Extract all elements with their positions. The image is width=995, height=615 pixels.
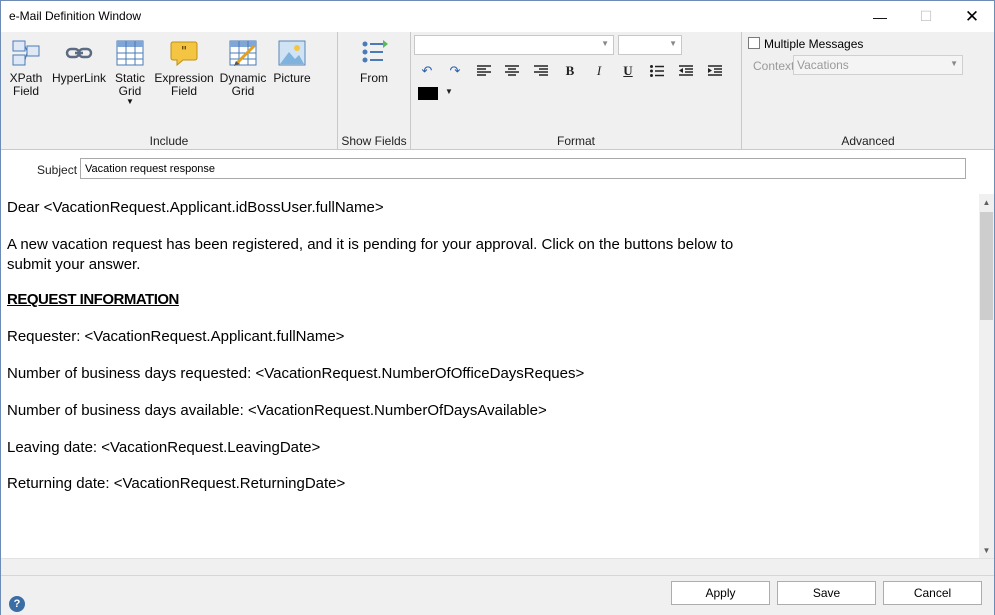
context-value: Vacations <box>797 58 849 72</box>
from-list-icon <box>359 38 389 68</box>
redo-icon: ↷ <box>449 63 461 78</box>
align-right-button[interactable] <box>530 61 552 81</box>
font-family-select[interactable]: ▼ <box>414 35 614 55</box>
format-group-label: Format <box>556 134 595 148</box>
request-information-heading: REQUEST INFORMATION <box>7 291 179 308</box>
align-left-button[interactable] <box>473 61 495 81</box>
xpath-field-label: XPath Field <box>9 71 43 98</box>
title-bar: e-Mail Definition Window — ☐ ✕ <box>1 1 994 32</box>
static-grid-label: Static Grid <box>114 71 145 98</box>
dialog-footer: ? Apply Save Cancel <box>1 575 994 615</box>
minimize-button[interactable]: — <box>857 1 903 32</box>
undo-icon: ↶ <box>421 63 433 78</box>
requester-line: Requester: <VacationRequest.Applicant.fu… <box>7 328 345 345</box>
dynamic-grid-label: Dynamic Grid <box>219 71 267 98</box>
email-body-editor[interactable]: Dear <VacationRequest.Applicant.idBossUs… <box>1 191 979 558</box>
intro-line-1: A new vacation request has been register… <box>7 236 734 253</box>
xpath-field-button[interactable]: XPath Field <box>7 38 45 98</box>
scroll-up-icon[interactable]: ▲ <box>979 194 994 210</box>
undo-button[interactable]: ↶ <box>416 61 438 81</box>
intro-line-2: submit your answer. <box>7 256 141 273</box>
greeting-line: Dear <VacationRequest.Applicant.idBossUs… <box>7 199 384 216</box>
cancel-button[interactable]: Cancel <box>883 581 982 605</box>
show-fields-group-label: Show Fields <box>341 134 407 148</box>
dynamic-grid-button[interactable]: Dynamic Grid <box>219 38 267 98</box>
italic-icon: I <box>596 63 602 78</box>
static-grid-dropdown-icon[interactable]: ▼ <box>111 98 149 106</box>
picture-button[interactable]: Picture <box>271 38 313 85</box>
days-requested-line: Number of business days requested: <Vaca… <box>7 365 585 382</box>
leaving-date-line: Leaving date: <VacationRequest.LeavingDa… <box>7 439 321 456</box>
include-group-label: Include <box>149 134 189 148</box>
underline-icon: U <box>623 63 633 78</box>
align-center-button[interactable] <box>501 61 523 81</box>
font-color-dropdown-icon[interactable]: ▼ <box>445 87 453 96</box>
decrease-indent-button[interactable] <box>675 61 697 81</box>
from-button[interactable]: From <box>354 38 394 85</box>
horizontal-scroll-strip <box>1 558 994 575</box>
chevron-down-icon: ▼ <box>601 39 609 48</box>
apply-button[interactable]: Apply <box>671 581 770 605</box>
format-group: ▼ ▼ ↶ ↷ B I U ▼ Format <box>411 32 742 150</box>
static-grid-button[interactable]: Static Grid ▼ <box>111 38 149 106</box>
bold-button[interactable]: B <box>559 61 581 81</box>
save-button[interactable]: Save <box>777 581 876 605</box>
chevron-down-icon: ▼ <box>669 39 677 48</box>
include-group: XPath Field HyperLink Static Grid ▼ " Ex… <box>1 32 338 150</box>
picture-label: Picture <box>273 71 311 85</box>
help-icon[interactable]: ? <box>9 596 25 612</box>
multiple-messages-checkbox[interactable] <box>748 37 760 49</box>
expression-field-button[interactable]: " Expression Field <box>153 38 215 98</box>
from-label: From <box>360 71 388 85</box>
font-size-select[interactable]: ▼ <box>618 35 682 55</box>
bold-icon: B <box>565 63 575 78</box>
italic-button[interactable]: I <box>588 61 610 81</box>
static-grid-icon <box>115 38 145 68</box>
hyperlink-icon <box>64 38 94 68</box>
days-available-line: Number of business days available: <Vaca… <box>7 402 547 419</box>
picture-icon <box>277 38 307 68</box>
context-select[interactable]: Vacations ▼ <box>793 55 963 75</box>
chevron-down-icon: ▼ <box>950 59 958 68</box>
vertical-scrollbar[interactable]: ▲ ▼ <box>979 194 994 558</box>
ribbon-toolbar: XPath Field HyperLink Static Grid ▼ " Ex… <box>1 32 994 150</box>
increase-indent-button[interactable] <box>704 61 726 81</box>
expression-field-label: Expression Field <box>154 71 214 98</box>
align-center-icon <box>505 65 519 76</box>
hyperlink-label: HyperLink <box>51 71 107 85</box>
decrease-indent-icon <box>679 65 693 76</box>
align-left-icon <box>477 65 491 76</box>
subject-label: Subject <box>37 163 78 177</box>
multiple-messages-label: Multiple Messages <box>764 37 864 51</box>
scroll-down-icon[interactable]: ▼ <box>979 542 994 558</box>
returning-date-line: Returning date: <VacationRequest.Returni… <box>7 475 346 492</box>
show-fields-group: From Show Fields <box>338 32 411 150</box>
scrollbar-thumb[interactable] <box>980 212 993 320</box>
dynamic-grid-icon <box>228 38 258 68</box>
bullet-list-button[interactable] <box>646 61 668 81</box>
close-button[interactable]: ✕ <box>949 1 995 32</box>
align-right-icon <box>534 65 548 76</box>
xpath-field-icon <box>11 38 41 68</box>
expression-field-icon: " <box>169 38 199 68</box>
svg-text:": " <box>181 44 187 58</box>
font-color-swatch[interactable] <box>418 87 438 100</box>
advanced-group: Multiple Messages Context Vacations ▼ Ad… <box>742 32 994 150</box>
redo-button[interactable]: ↷ <box>444 61 466 81</box>
email-definition-window: e-Mail Definition Window — ☐ ✕ XPath Fie… <box>0 0 995 615</box>
underline-button[interactable]: U <box>617 61 639 81</box>
subject-row: Subject <box>1 151 994 189</box>
increase-indent-icon <box>708 65 722 76</box>
context-label: Context <box>753 59 795 73</box>
advanced-group-label: Advanced <box>841 134 895 148</box>
bullet-list-icon <box>650 65 664 77</box>
window-title: e-Mail Definition Window <box>9 9 142 23</box>
subject-input[interactable] <box>80 158 966 179</box>
hyperlink-button[interactable]: HyperLink <box>51 38 107 85</box>
maximize-button[interactable]: ☐ <box>903 1 949 32</box>
